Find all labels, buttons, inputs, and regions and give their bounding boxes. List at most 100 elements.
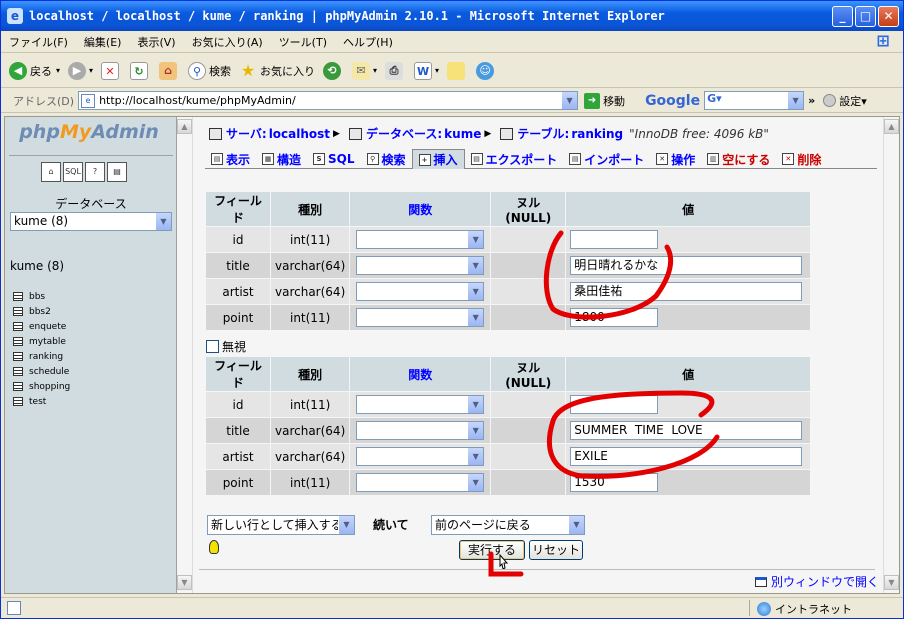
function-select[interactable]: ▼ [356, 256, 485, 275]
tab-sql[interactable]: S SQL [307, 149, 361, 169]
value-input-id[interactable] [570, 230, 659, 249]
forward-button[interactable]: ▶ ▾ [68, 61, 93, 80]
function-select[interactable]: ▼ [356, 282, 485, 301]
function-select[interactable]: ▼ [356, 230, 485, 249]
discuss-button[interactable] [447, 61, 468, 80]
right-scrollbar[interactable]: ▲ ▼ [883, 117, 899, 593]
refresh-button[interactable]: ↻ [130, 61, 151, 80]
tab-browse[interactable]: ▤ 表示 [205, 149, 256, 169]
list-item[interactable]: bbs [13, 289, 70, 304]
google-search-input[interactable]: G▾ ▼ [704, 91, 805, 110]
favorites-button[interactable]: ★ お気に入り [239, 61, 315, 80]
tab-insert[interactable]: + 挿入 [411, 149, 465, 169]
database-select[interactable]: kume (8) ▼ [10, 212, 172, 231]
address-dropdown-icon[interactable]: ▼ [561, 92, 578, 109]
value-input-id[interactable] [570, 395, 659, 414]
list-item[interactable]: mytable [13, 334, 70, 349]
value-input-artist[interactable]: 桑田佳祐 [570, 282, 803, 301]
value-input-title[interactable]: SUMMER TIME LOVE [570, 421, 803, 440]
print-button[interactable]: ⎙ [385, 61, 406, 80]
database-title[interactable]: kume (8) [10, 259, 64, 273]
stop-button[interactable]: ✕ [101, 61, 122, 80]
mail-button[interactable]: ✉ ▾ [352, 61, 377, 80]
table-icon [13, 307, 23, 316]
minimize-button[interactable]: _ [832, 5, 853, 27]
chevron-down-icon[interactable]: ▼ [568, 516, 584, 534]
tab-drop[interactable]: ✕ 削除 [776, 149, 827, 169]
function-select[interactable]: ▼ [356, 308, 485, 327]
menu-edit[interactable]: 編集(E) [76, 34, 130, 50]
address-input[interactable]: e http://localhost/kume/phpMyAdmin/ ▼ [78, 91, 579, 110]
messenger-button[interactable]: ☺ [476, 61, 497, 80]
function-select[interactable]: ▼ [356, 395, 485, 414]
scroll-down-icon[interactable]: ▼ [177, 575, 192, 590]
docs-icon[interactable]: ▤ [107, 162, 127, 182]
edit-button[interactable]: W ▾ [414, 61, 439, 80]
chevron-down-icon[interactable]: ▼ [467, 231, 484, 248]
search-button[interactable]: ⚲ 検索 [188, 61, 231, 80]
list-item[interactable]: bbs2 [13, 304, 70, 319]
home-button[interactable]: ⌂ [159, 61, 180, 80]
phpmyadmin-logo[interactable]: phpMyAdmin [19, 121, 159, 145]
left-scrollbar[interactable]: ▲ ▼ [177, 117, 193, 593]
tab-export[interactable]: ▤ エクスポート [465, 149, 564, 169]
open-new-window-link[interactable]: 別ウィンドウで開く [754, 573, 879, 590]
home-icon[interactable]: ⌂ [41, 162, 61, 182]
function-select[interactable]: ▼ [356, 421, 485, 440]
header-function[interactable]: 関数 [350, 357, 491, 391]
list-item[interactable]: enquete [13, 319, 70, 334]
menu-file[interactable]: ファイル(F) [1, 34, 76, 50]
menu-help[interactable]: ヘルプ(H) [335, 34, 401, 50]
checkbox[interactable] [206, 340, 219, 353]
reset-button[interactable]: リセット [529, 540, 583, 560]
back-button[interactable]: ◀ 戻る ▾ [9, 61, 60, 80]
chevron-down-icon[interactable]: ▼ [338, 516, 354, 534]
chevron-down-icon[interactable]: ▼ [467, 422, 484, 439]
list-item[interactable]: test [13, 394, 70, 409]
tab-import[interactable]: ▤ インポート [563, 149, 650, 169]
after-action-select[interactable]: 前のページに戻る ▼ [431, 515, 585, 535]
close-button[interactable]: ✕ [878, 5, 899, 27]
menu-view[interactable]: 表示(V) [129, 34, 183, 50]
scroll-up-icon[interactable]: ▲ [884, 119, 899, 134]
chevron-down-icon[interactable]: ▼ [467, 257, 484, 274]
chevron-down-icon[interactable]: ▼ [467, 396, 484, 413]
value-input-point[interactable]: 1800 [570, 308, 659, 327]
tab-search[interactable]: ⚲ 検索 [361, 149, 412, 169]
google-dropdown-icon[interactable]: ▼ [787, 92, 804, 109]
chevron-down-icon[interactable]: ▼ [467, 309, 484, 326]
tab-empty[interactable]: ▥ 空にする [701, 149, 776, 169]
scroll-up-icon[interactable]: ▲ [177, 119, 192, 134]
function-select[interactable]: ▼ [356, 473, 485, 492]
list-item[interactable]: schedule [13, 364, 70, 379]
insert-mode-select[interactable]: 新しい行として挿入する ▼ [207, 515, 355, 535]
maximize-button[interactable]: □ [855, 5, 876, 27]
breadcrumb-database[interactable]: kume [444, 127, 481, 141]
breadcrumb-table[interactable]: ranking [571, 127, 623, 141]
function-select[interactable]: ▼ [356, 447, 485, 466]
list-item[interactable]: shopping [13, 379, 70, 394]
query-icon[interactable]: ? [85, 162, 105, 182]
history-button[interactable]: ⟲ [323, 61, 344, 80]
chevron-down-icon[interactable]: ▼ [467, 448, 484, 465]
execute-button[interactable]: 実行する [459, 540, 525, 560]
value-input-artist[interactable]: EXILE [570, 447, 803, 466]
chevron-right-icon[interactable]: » [808, 94, 815, 107]
chevron-down-icon[interactable]: ▼ [467, 283, 484, 300]
ignore-checkbox[interactable]: 無視 [206, 338, 246, 355]
value-input-point[interactable]: 1530 [570, 473, 659, 492]
list-item[interactable]: ranking [13, 349, 70, 364]
tab-operations[interactable]: ✕ 操作 [650, 149, 701, 169]
chevron-down-icon[interactable]: ▼ [155, 213, 171, 230]
menu-favorites[interactable]: お気に入り(A) [184, 34, 271, 50]
header-function[interactable]: 関数 [350, 192, 491, 226]
scroll-down-icon[interactable]: ▼ [884, 575, 899, 590]
chevron-down-icon[interactable]: ▼ [467, 474, 484, 491]
menu-tools[interactable]: ツール(T) [271, 34, 335, 50]
settings-button[interactable]: 設定▾ [823, 93, 867, 109]
sql-window-icon[interactable]: SQL [63, 162, 83, 182]
go-button[interactable]: ➜ 移動 [584, 92, 625, 109]
value-input-title[interactable]: 明日晴れるかな [570, 256, 803, 275]
tab-structure[interactable]: ▦ 構造 [256, 149, 307, 169]
breadcrumb-server[interactable]: localhost [269, 127, 330, 141]
